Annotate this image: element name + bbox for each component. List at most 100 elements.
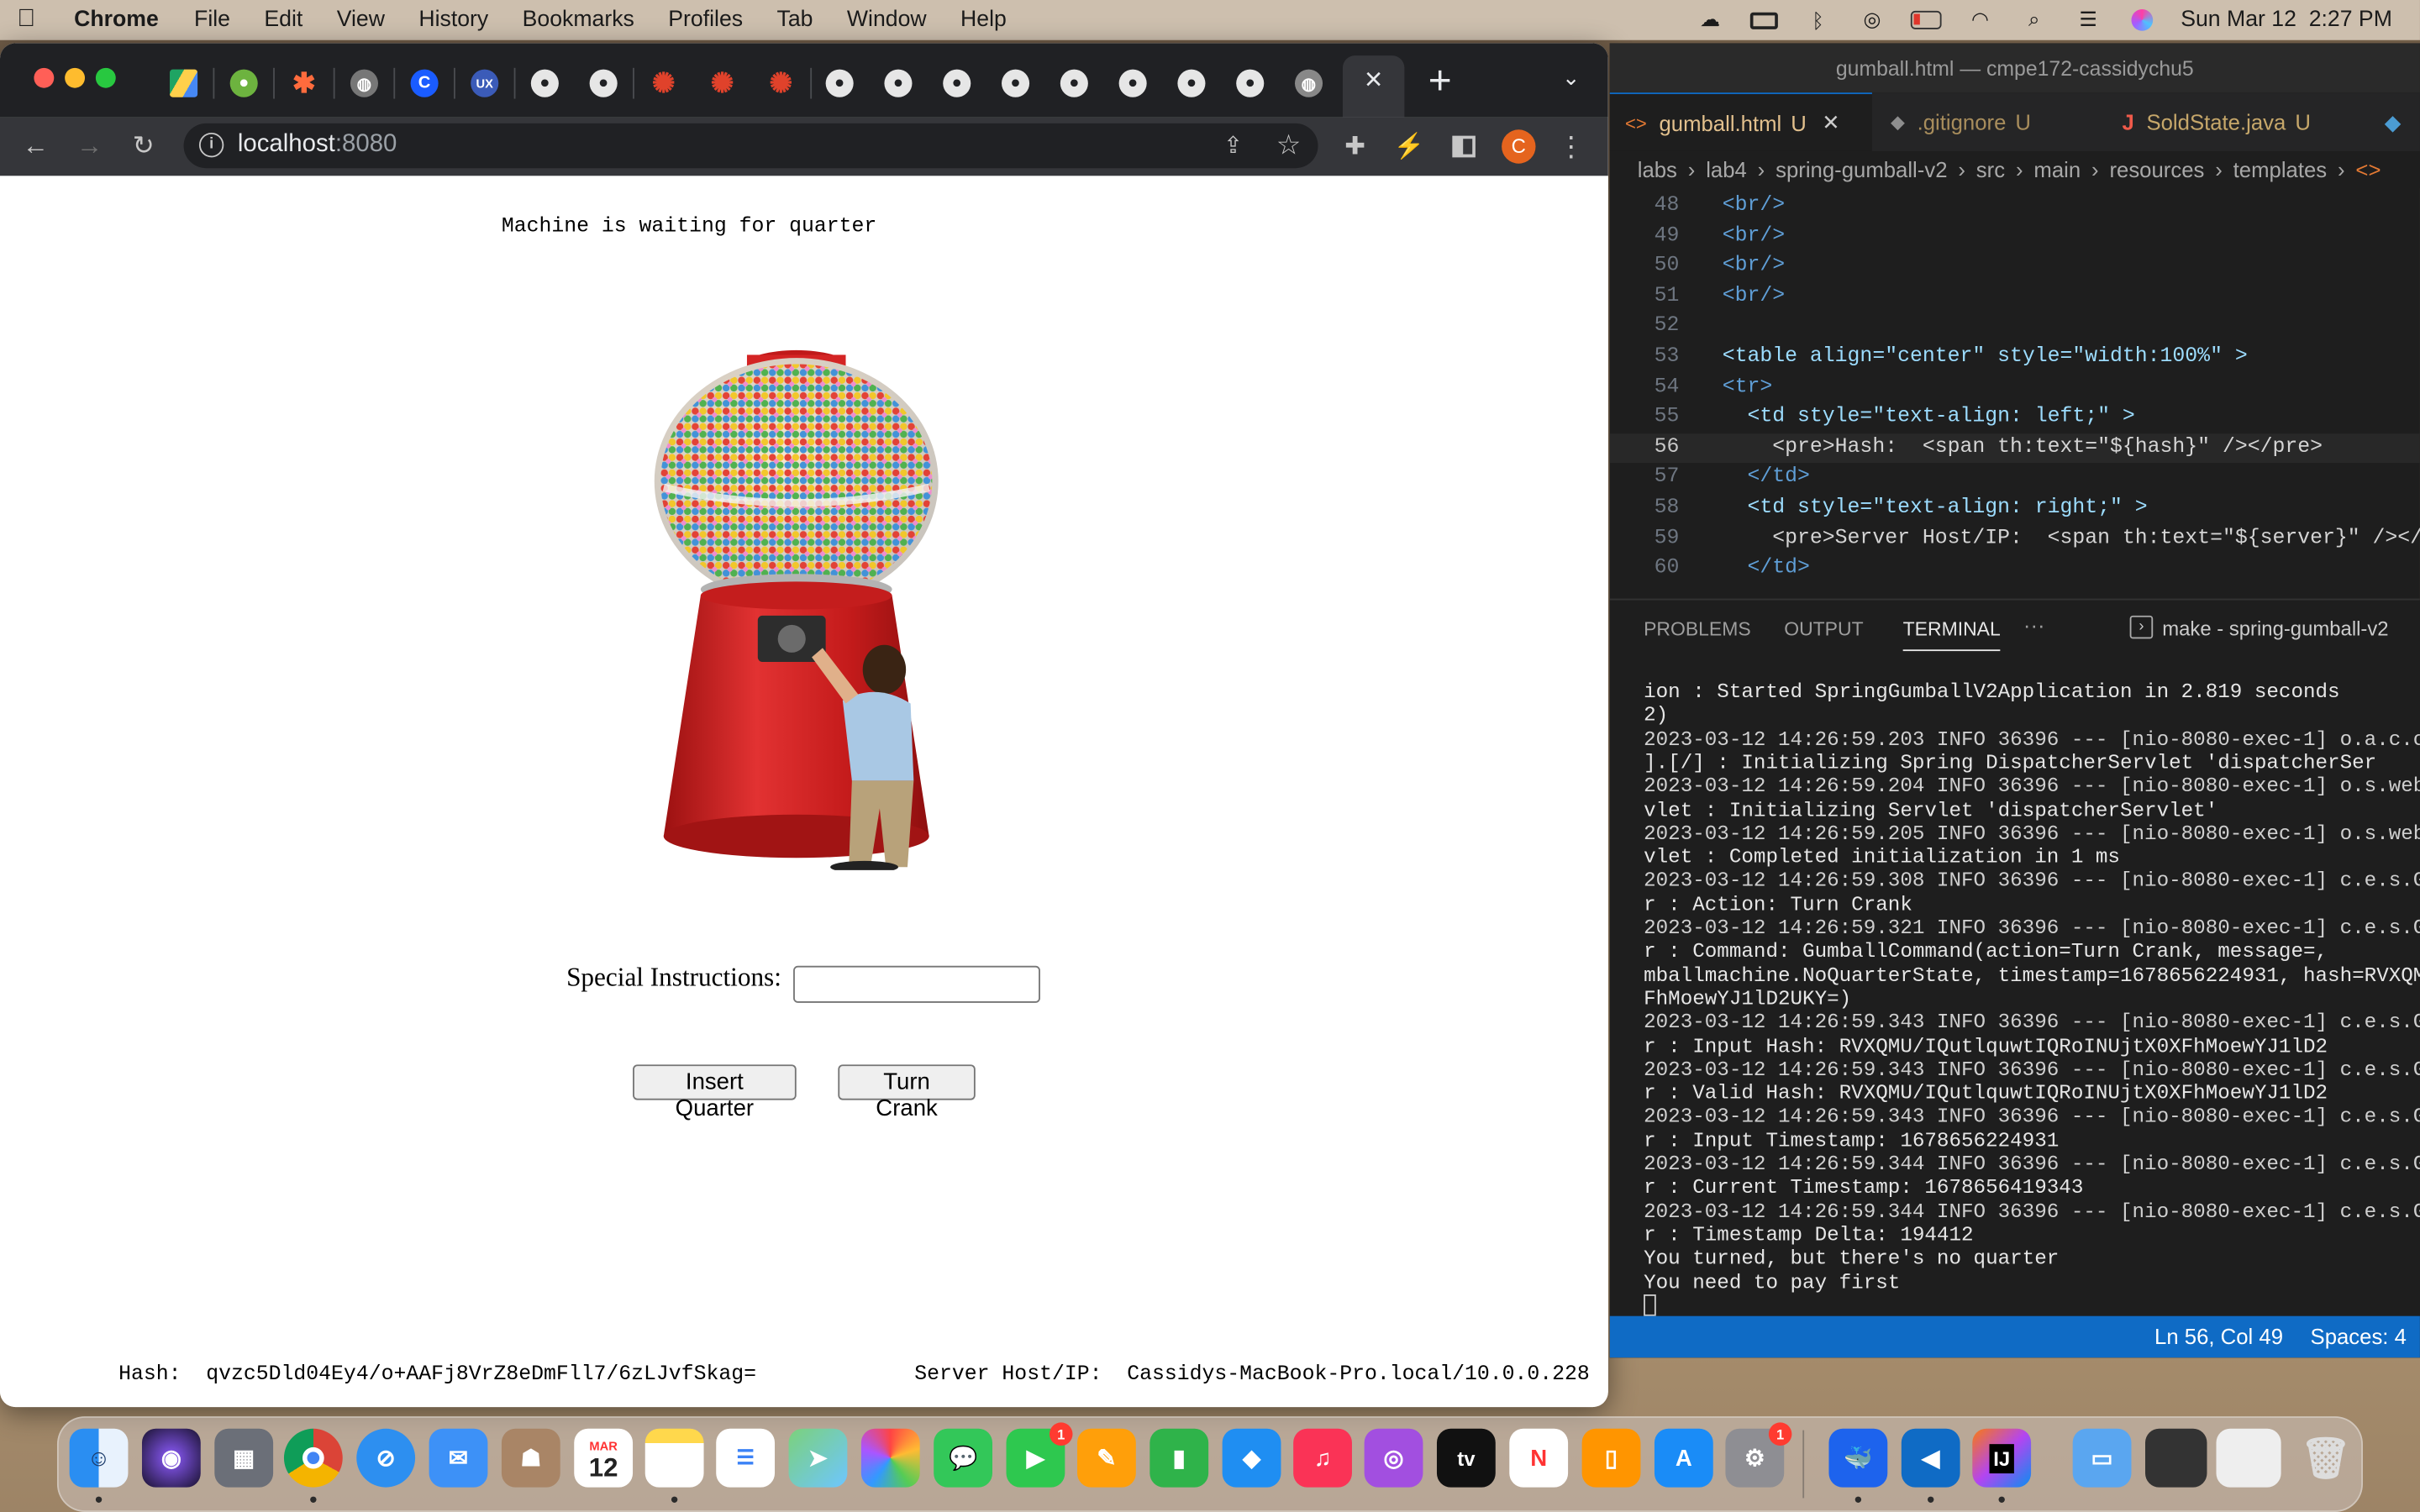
control-center-icon[interactable]: ☰ [2073,8,2104,31]
tab-github-icon[interactable]: ● [1177,69,1206,97]
tab-c-icon[interactable]: C [410,69,439,97]
photos-icon[interactable] [860,1428,920,1488]
bluetooth-icon[interactable]: ᛒ [1802,8,1833,32]
tab-github-icon[interactable]: ● [943,69,971,97]
music-icon[interactable]: ♫ [1293,1428,1352,1488]
performance-icon[interactable]: ⚡ [1394,131,1425,162]
panel-more-icon[interactable]: ··· [2023,612,2045,637]
contacts-icon[interactable]: ☗ [501,1428,560,1488]
window-thumbnail-icon[interactable] [2216,1428,2281,1488]
forward-arrow-icon[interactable]: → [74,131,105,162]
pages-icon[interactable]: ✎ [1077,1428,1136,1488]
facetime-icon[interactable]: ▶ 1 [1006,1422,1073,1488]
tab-github-icon[interactable]: ● [1060,69,1088,97]
tab-soldstate-java[interactable]: J SoldState.java U [2107,92,2369,151]
menu-profiles[interactable]: Profiles [651,8,760,32]
tab-gitignore[interactable]: ◆ .gitignore U [1876,92,2107,151]
tab-github-icon[interactable]: ● [530,69,559,97]
tab-github-icon[interactable]: ● [1002,69,1030,97]
active-tab[interactable]: × [1342,55,1405,118]
appstore-icon[interactable]: A [1654,1428,1713,1488]
tab-google-drive-icon[interactable] [170,69,198,97]
trash-icon[interactable]: 🗑 [2296,1429,2355,1488]
tab-ux-icon[interactable]: UX [471,69,499,97]
close-window-button[interactable] [34,67,55,88]
keynote-icon[interactable]: ◆ [1222,1428,1281,1488]
menubar-datetime[interactable]: Sun Mar 12 2:27 PM [2181,8,2392,32]
indentation-status[interactable]: Spaces: 4 [2311,1324,2407,1348]
bookmark-star-icon[interactable]: ☆ [1273,129,1304,160]
docker-icon[interactable]: 🐳 [1828,1428,1888,1488]
chrome-icon[interactable] [283,1428,343,1488]
intellij-icon[interactable]: IJ [1972,1428,2032,1488]
extensions-puzzle-icon[interactable]: ✚ [1339,131,1370,162]
close-tab-icon[interactable]: × [1358,65,1389,96]
tab-gumball-html[interactable]: <> gumball.html U ✕ [1609,92,1872,151]
launchpad-icon[interactable]: ▦ [214,1428,274,1488]
tab-github-icon[interactable]: ● [1236,69,1265,97]
turn-crank-button[interactable]: Turn Crank [838,1064,976,1121]
airdrop-icon[interactable]: ◎ [1857,8,1888,31]
menu-bookmarks[interactable]: Bookmarks [505,8,651,32]
books-icon[interactable]: ▯ [1581,1428,1641,1488]
vscode-icon[interactable]: ◀ [1901,1428,1960,1488]
window-thumbnail-icon[interactable] [2145,1428,2207,1488]
tab-problems[interactable]: PROBLEMS [1644,619,1751,641]
address-bar[interactable]: i localhost:8080 ⇪ ☆ [183,123,1318,169]
podcasts-icon[interactable]: ◎ [1364,1428,1423,1488]
messages-icon[interactable]: 💬 [934,1428,992,1488]
zoom-window-button[interactable] [95,67,116,88]
menu-edit[interactable]: Edit [247,8,319,32]
siri-icon[interactable]: ◉ [141,1428,201,1488]
tab-github-icon[interactable]: ● [589,69,618,97]
tab-github-icon[interactable]: ● [825,69,854,97]
tab-terminal[interactable]: TERMINAL [1902,619,2001,652]
cursor-position[interactable]: Ln 56, Col 49 [2154,1324,2283,1348]
chrome-menu-icon[interactable]: ⋮ [1555,130,1586,162]
tab-openshift-icon[interactable]: ✺ [767,67,795,98]
maps-icon[interactable]: ➤ [788,1428,848,1488]
share-icon[interactable]: ⇪ [1218,129,1249,160]
spotlight-icon[interactable]: ⌕ [2018,8,2049,31]
code-editor[interactable]: 48 <br/> 49 <br/> 50 <br/> 51 <br/> 52 53 <ta… [1609,192,2420,593]
weather-icon[interactable]: ☁ [1695,8,1726,31]
menu-window[interactable]: Window [830,8,944,32]
calendar-icon[interactable]: MAR 12 [574,1428,634,1488]
close-tab-icon[interactable]: ✕ [1822,109,1840,135]
terminal-name[interactable]: make - spring-gumball-v2 [2162,617,2388,641]
insert-quarter-button[interactable]: Insert Quarter [633,1064,797,1121]
menu-history[interactable]: History [402,8,505,32]
tab-globe-icon[interactable]: ◍ [1294,69,1323,97]
safari-icon[interactable]: ⊘ [356,1428,416,1488]
memory-icon[interactable] [1749,9,1780,31]
tab-output[interactable]: OUTPUT [1784,619,1863,641]
tab-openshift-icon[interactable]: ✺ [650,67,677,98]
battery-icon[interactable] [1910,9,1942,31]
side-panel-icon[interactable] [1448,131,1479,162]
reload-icon[interactable]: ↻ [128,131,159,162]
tab-spring-icon[interactable]: ● [229,69,258,97]
tab-globe-icon[interactable]: ◍ [350,69,378,97]
profile-avatar[interactable]: C [1502,129,1536,164]
special-instructions-input[interactable] [793,965,1040,1003]
tab-asterisk-icon[interactable]: ✱ [290,67,318,98]
downloads-folder-icon[interactable]: ▭ [2072,1428,2132,1488]
apple-menu-icon[interactable]:  [0,6,52,34]
menu-tab[interactable]: Tab [760,8,829,32]
appletv-icon[interactable]: tv [1436,1428,1496,1488]
site-info-icon[interactable]: i [198,132,224,158]
siri-icon[interactable] [2127,9,2158,31]
minimize-window-button[interactable] [65,67,86,88]
settings-gear-icon[interactable]: ⚙ 1 [1725,1422,1792,1488]
new-tab-button[interactable]: + [1422,59,1459,102]
tab-openshift-icon[interactable]: ✺ [708,67,736,98]
numbers-icon[interactable]: ▮ [1150,1428,1209,1488]
mail-icon[interactable]: ✉ [429,1428,488,1488]
back-arrow-icon[interactable]: ← [20,131,51,162]
notes-icon[interactable] [644,1428,704,1488]
menu-file[interactable]: File [177,8,247,32]
menu-view[interactable]: View [320,8,402,32]
tab-search-chevron-icon[interactable]: ⌄ [1553,65,1590,98]
news-icon[interactable]: N [1509,1428,1569,1488]
wifi-icon[interactable]: ◠ [1965,8,1996,31]
